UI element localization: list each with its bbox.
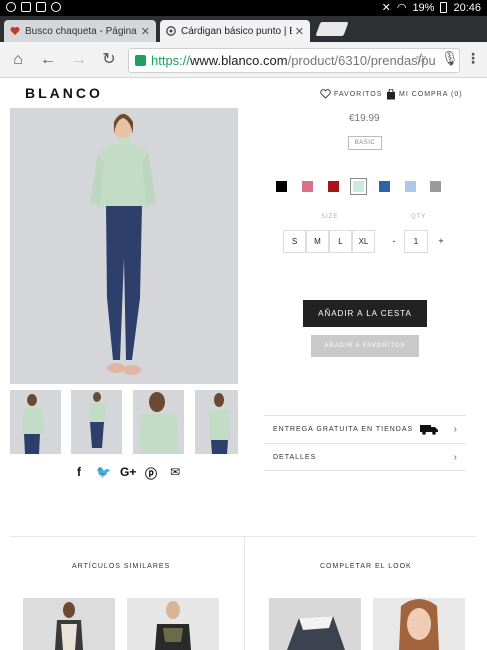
url-scheme: https:// (151, 53, 191, 68)
photos-icon (36, 2, 46, 12)
wifi-icon: ◠ (396, 2, 407, 14)
color-swatch[interactable] (405, 181, 416, 192)
add-to-favorites-button[interactable]: AÑADIR A FAVORITOS (311, 335, 419, 357)
tab-cardigan[interactable]: Cárdigan básico punto | Blan ✕ (160, 20, 310, 42)
product-thumbnail[interactable] (71, 390, 122, 454)
qty-decrease-button[interactable]: - (384, 230, 404, 253)
look-product-image[interactable] (269, 598, 361, 650)
url-path: /product/6310/prendas/pu (287, 53, 436, 68)
size-option-m[interactable]: M (306, 230, 329, 253)
cart-label: MI COMPRA (0) (399, 91, 463, 98)
site-favicon-icon (166, 26, 176, 36)
gallery-icon (21, 2, 31, 12)
home-icon[interactable]: ⌂ (8, 50, 28, 70)
email-icon[interactable]: ✉ (168, 465, 182, 482)
size-option-s[interactable]: S (283, 230, 306, 253)
qty-label: QTY (411, 214, 427, 220)
tab-busco-chaqueta[interactable]: Busco chaqueta - Página 3 · ✕ (4, 20, 156, 42)
notification-icon (6, 2, 16, 12)
pinterest-icon[interactable]: ⓟ (144, 465, 158, 482)
forward-icon[interactable]: → (69, 50, 89, 70)
model-figure-image (90, 113, 156, 375)
section-divider (10, 536, 476, 537)
delivery-row[interactable]: ENTREGA GRATUITA EN TIENDAS › (264, 415, 466, 443)
delivery-label: ENTREGA GRATUITA EN TIENDAS (273, 426, 414, 433)
site-header: BLANCO FAVORITOS MI COMPRA (0) (0, 79, 487, 107)
section-divider (244, 536, 245, 650)
google-plus-icon[interactable]: G+ (120, 465, 136, 482)
browser-tab-strip: Busco chaqueta - Página 3 · ✕ Cárdigan b… (0, 16, 487, 42)
secure-lock-icon (135, 55, 146, 66)
facebook-icon[interactable]: f (72, 465, 86, 482)
chevron-right-icon: › (453, 452, 458, 463)
product-price: €19.99 (349, 113, 380, 124)
tab-title: Cárdigan básico punto | Blan (181, 25, 292, 37)
url-host: www.blanco.com (190, 53, 288, 68)
close-tab-icon[interactable]: ✕ (141, 25, 150, 38)
size-option-l[interactable]: L (329, 230, 352, 253)
details-row[interactable]: DETALLES › (264, 443, 466, 471)
share-icons: f 🐦 G+ ⓟ ✉ (72, 465, 182, 482)
browser-toolbar: ⌂ ← → ↻ https://www.blanco.com/product/6… (0, 42, 487, 78)
favorites-label: FAVORITOS (334, 90, 383, 98)
details-label: DETALLES (273, 454, 317, 461)
similar-product-image[interactable] (23, 598, 115, 650)
product-thumbnail[interactable] (10, 390, 61, 454)
blanco-logo[interactable]: BLANCO (25, 85, 103, 101)
qty-input[interactable]: 1 (404, 230, 428, 253)
menu-icon[interactable]: ⋮ (466, 50, 480, 67)
close-tab-icon[interactable]: ✕ (295, 25, 304, 38)
new-tab-button[interactable] (315, 22, 349, 36)
color-swatch-selected[interactable] (350, 178, 367, 195)
bookmark-star-icon[interactable]: ☆ (415, 50, 428, 67)
complete-look-title: COMPLETAR EL LOOK (320, 563, 412, 570)
chevron-right-icon: › (453, 424, 458, 435)
product-thumbnail[interactable] (195, 390, 238, 454)
pinterest-notification-icon (51, 2, 61, 12)
color-swatch[interactable] (328, 181, 339, 192)
favorites-link[interactable]: FAVORITOS (320, 89, 382, 99)
product-thumbnail[interactable] (133, 390, 184, 454)
twitter-icon[interactable]: 🐦 (96, 465, 111, 482)
cart-link[interactable]: MI COMPRA (0) (386, 89, 463, 100)
clock: 20:46 (453, 1, 481, 14)
back-icon[interactable]: ← (38, 50, 58, 70)
reload-icon[interactable]: ↻ (99, 50, 119, 70)
tab-title: Busco chaqueta - Página 3 · (25, 25, 138, 37)
thumbnail-strip (10, 390, 238, 454)
color-swatch[interactable] (302, 181, 313, 192)
color-swatch[interactable] (379, 181, 390, 192)
qty-increase-button[interactable]: + (431, 230, 451, 253)
similar-product-image[interactable] (127, 598, 219, 650)
address-bar[interactable]: https://www.blanco.com/product/6310/pren… (128, 48, 460, 73)
heart-favicon-icon (10, 27, 20, 35)
color-swatch[interactable] (276, 181, 287, 192)
battery-percent: 19% (412, 1, 435, 14)
android-status-bar: ✕ ◠ 19% 20:46 (0, 0, 487, 16)
color-swatch[interactable] (430, 181, 441, 192)
look-product-image[interactable] (373, 598, 465, 650)
size-option-xl[interactable]: XL (352, 230, 375, 253)
battery-icon (440, 2, 448, 13)
basic-badge: BASIC (348, 136, 382, 150)
size-label: SIZE (321, 214, 339, 220)
mute-icon: ✕ (381, 2, 391, 14)
similar-items-title: ARTÍCULOS SIMILARES (72, 563, 171, 570)
truck-icon (420, 425, 438, 435)
microphone-icon[interactable]: 🎙 (441, 50, 459, 67)
product-main-image[interactable] (10, 108, 238, 384)
add-to-cart-button[interactable]: AÑADIR A LA CESTA (303, 300, 427, 327)
heart-icon (320, 89, 331, 99)
shopping-bag-icon (387, 89, 395, 100)
